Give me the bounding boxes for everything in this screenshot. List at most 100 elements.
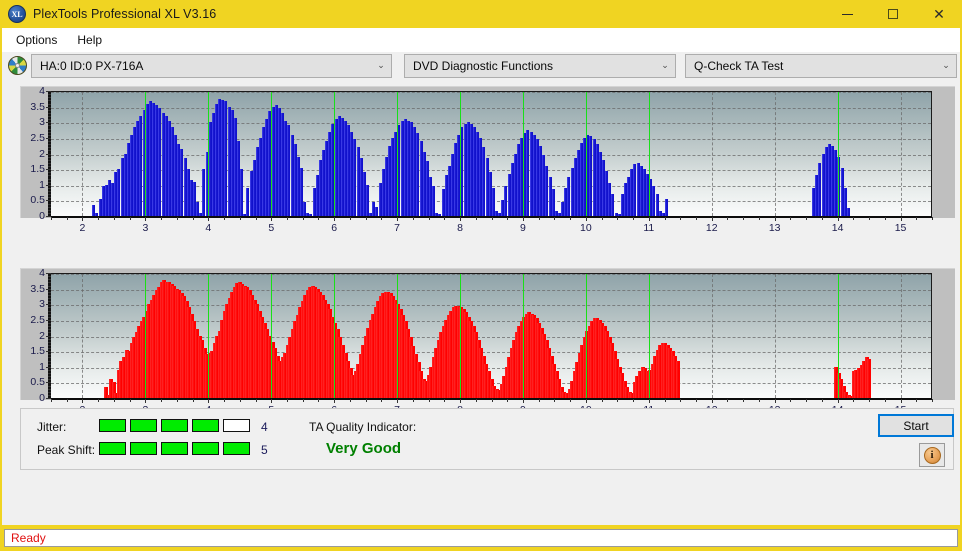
- x-axis-minor-tick: [428, 217, 430, 220]
- chart-top-x-labels: 2 3 4 5 6 7 8 9 10 11 12 13 14 15: [51, 217, 933, 236]
- results-panel: Jitter: 4 Peak Shift: 5 TA Quality Indic…: [20, 408, 954, 470]
- x-axis-minor-tick: [680, 217, 682, 220]
- x-axis-minor-tick: [444, 399, 446, 402]
- x-axis-minor-tick: [192, 399, 194, 402]
- x-axis-tick-label: 3: [142, 222, 149, 234]
- chart-bottom-y-axis: 0 0.5 1 1.5 2 2.5 3 3.5 4: [21, 267, 51, 404]
- x-axis-minor-tick: [381, 399, 383, 402]
- grid-line-horizontal: [51, 107, 931, 109]
- x-axis-minor-tick: [51, 217, 52, 220]
- x-axis-minor-tick: [397, 217, 399, 220]
- x-axis-minor-tick: [98, 217, 100, 220]
- x-axis-minor-tick: [570, 399, 572, 402]
- x-axis-minor-tick: [381, 217, 383, 220]
- x-axis-tick-label: 10: [580, 222, 592, 234]
- x-axis-minor-tick: [601, 399, 603, 402]
- y-axis-tick-label: 1.5: [30, 345, 45, 358]
- x-axis-minor-tick: [522, 399, 524, 402]
- x-axis-minor-tick: [507, 217, 509, 220]
- x-axis-minor-tick: [617, 217, 619, 220]
- sector-marker-line: [145, 274, 147, 398]
- chart-bar: [240, 169, 244, 216]
- jitter-segment: [223, 419, 250, 432]
- test-select[interactable]: Q-Check TA Test ⌄: [685, 54, 957, 78]
- sector-marker-line: [334, 92, 336, 216]
- x-axis-minor-tick: [365, 399, 367, 402]
- x-axis-minor-tick: [743, 217, 745, 220]
- menu-item-options[interactable]: Options: [7, 31, 66, 49]
- app-disc-icon: XL: [8, 5, 26, 23]
- start-button[interactable]: Start: [878, 414, 954, 437]
- peak-shift-segment: [161, 442, 188, 455]
- x-axis-minor-tick: [869, 399, 871, 402]
- x-axis-minor-tick: [884, 217, 886, 220]
- close-icon: ✕: [933, 6, 945, 22]
- x-axis-minor-tick: [648, 399, 650, 402]
- drive-select[interactable]: HA:0 ID:0 PX-716A ⌄: [31, 54, 392, 78]
- grid-line-horizontal: [51, 274, 931, 275]
- x-axis-tick-label: 7: [394, 222, 401, 234]
- y-axis-tick-label: 1.5: [30, 163, 45, 176]
- x-axis-minor-tick: [113, 217, 115, 220]
- status-text: Ready: [11, 531, 46, 545]
- y-axis-tick-label: 3.5: [30, 282, 45, 295]
- menu-bar: Options Help: [2, 28, 960, 52]
- x-axis-minor-tick: [98, 399, 100, 402]
- sector-marker-line: [837, 92, 839, 216]
- y-axis-tick-label: 2: [39, 147, 45, 160]
- info-button[interactable]: i: [919, 443, 945, 467]
- y-axis-tick-label: 0.5: [30, 194, 45, 207]
- x-axis-minor-tick: [349, 217, 351, 220]
- y-axis-tick-label: 0.5: [30, 376, 45, 389]
- x-axis-minor-tick: [208, 217, 210, 220]
- minimize-button[interactable]: [824, 0, 870, 28]
- sector-marker-line: [522, 274, 524, 398]
- sector-marker-line: [460, 274, 462, 398]
- x-axis-minor-tick: [475, 399, 477, 402]
- x-axis-minor-tick: [585, 217, 587, 220]
- chart-top-plot-area: [51, 91, 932, 216]
- x-axis-minor-tick: [790, 399, 792, 402]
- peak-shift-segment: [130, 442, 157, 455]
- sector-marker-line: [397, 274, 399, 398]
- x-axis-minor-tick: [774, 217, 776, 220]
- grid-line-vertical: [711, 274, 713, 398]
- close-button[interactable]: ✕: [916, 0, 962, 28]
- x-axis-tick-label: 5: [268, 222, 275, 234]
- x-axis-tick-label: 15: [894, 222, 907, 234]
- chart-bar: [366, 184, 370, 216]
- function-select[interactable]: DVD Diagnostic Functions ⌄: [404, 54, 676, 78]
- x-axis-minor-tick: [790, 217, 792, 220]
- x-axis-tick-label: 11: [643, 222, 655, 234]
- x-axis-minor-tick: [617, 399, 619, 402]
- x-axis-minor-tick: [176, 399, 178, 402]
- x-axis-minor-tick: [727, 399, 729, 402]
- x-axis-minor-tick: [491, 399, 493, 402]
- window-controls: ✕: [824, 0, 962, 28]
- x-axis-minor-tick: [286, 217, 288, 220]
- x-axis-minor-tick: [932, 217, 933, 220]
- y-axis-tick-label: 0: [39, 392, 45, 404]
- x-axis-tick-label: 9: [520, 222, 526, 234]
- x-axis-minor-tick: [916, 217, 918, 220]
- chevron-down-icon: ⌄: [377, 61, 385, 71]
- ta-quality-label: TA Quality Indicator:: [309, 420, 417, 434]
- sector-marker-line: [271, 274, 273, 398]
- y-axis-tick-label: 3.5: [30, 100, 45, 113]
- peak-shift-meter: [99, 442, 250, 455]
- menu-item-help[interactable]: Help: [68, 31, 111, 49]
- x-axis-minor-tick: [664, 399, 666, 402]
- maximize-icon: [888, 9, 898, 19]
- sector-marker-line: [145, 92, 147, 216]
- x-axis-minor-tick: [475, 217, 477, 220]
- x-axis-minor-tick: [554, 399, 556, 402]
- x-axis-minor-tick: [821, 399, 823, 402]
- x-axis-minor-tick: [444, 217, 446, 220]
- x-axis-tick-label: 8: [457, 222, 463, 234]
- x-axis-minor-tick: [711, 217, 713, 220]
- maximize-button[interactable]: [870, 0, 916, 28]
- chart-top-y-axis: 0 0.5 1 1.5 2 2.5 3 3.5 4: [21, 85, 51, 222]
- test-select-value: Q-Check TA Test: [694, 59, 784, 73]
- x-axis-minor-tick: [255, 399, 257, 402]
- x-axis-minor-tick: [66, 399, 68, 402]
